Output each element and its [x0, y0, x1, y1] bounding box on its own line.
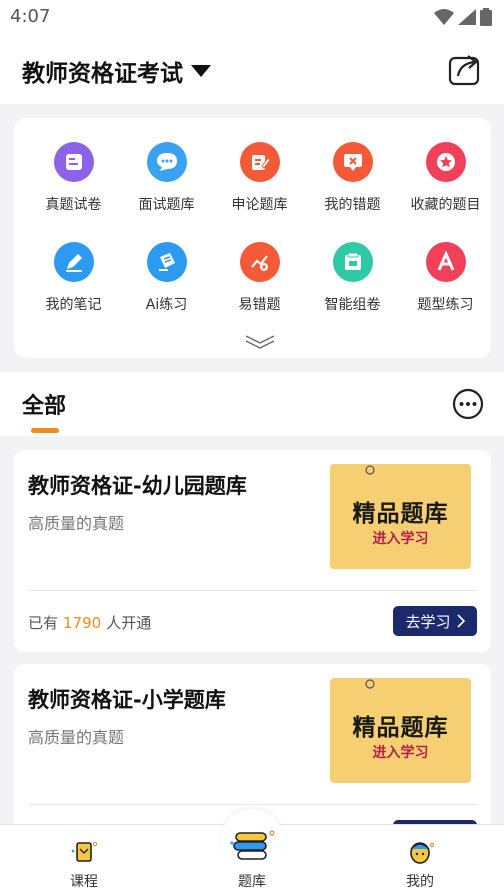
nav-bank-label: 题库	[238, 874, 266, 890]
status-time: 4:07	[10, 6, 51, 27]
grid-item-essay[interactable]: 申论题库	[212, 142, 307, 214]
letter-a-icon	[425, 242, 466, 282]
page-title: 教师资格证考试	[22, 61, 183, 87]
app-header: 教师资格证考试	[0, 34, 504, 104]
chevron-right-icon	[456, 614, 465, 628]
nav-mine[interactable]: 我的	[360, 825, 480, 891]
footer-prefix: 已有	[28, 614, 59, 632]
grid-label: 易错题	[238, 297, 281, 313]
go-study-label: 去学习	[405, 612, 451, 631]
grid-label: 我的错题	[324, 197, 381, 213]
status-icons	[434, 8, 492, 26]
grid-label: 真题试卷	[45, 197, 102, 213]
edit-note-icon	[239, 142, 280, 182]
share-icon[interactable]	[448, 52, 482, 86]
paper-icon	[53, 142, 94, 182]
nav-course[interactable]: 课程	[24, 825, 144, 891]
grid-label: 面试题库	[138, 197, 195, 213]
bank-thumbnail[interactable]: 精品题库 进入学习	[330, 464, 471, 569]
bank-subtitle: 高质量的真题	[28, 514, 125, 533]
tab-indicator	[31, 428, 59, 433]
status-bar: 4:07	[0, 0, 504, 34]
grid-item-notes[interactable]: 我的笔记	[26, 242, 121, 314]
grid-label: 智能组卷	[324, 297, 381, 313]
bottom-navigation: 课程 题库 我的	[0, 809, 504, 896]
divider	[28, 804, 477, 805]
grid-label: 申论题库	[231, 197, 288, 213]
thumbnail-subtitle: 进入学习	[372, 531, 429, 547]
grid-label: 题型练习	[417, 297, 474, 313]
pencil-icon	[53, 242, 94, 282]
category-tabs: 全部	[0, 372, 504, 436]
tab-all[interactable]: 全部	[22, 388, 66, 420]
bank-title: 教师资格证-小学题库	[28, 688, 226, 712]
enrollment-count: 已有 1790 人开通	[28, 612, 151, 633]
enrolled-number: 1790	[63, 614, 102, 632]
battery-icon	[480, 8, 492, 26]
error-chart-icon	[239, 242, 280, 282]
function-grid: 真题试卷 面试题库 申论题库 我的错题 收藏的题目 我的笔记 Ai练习 易错题 …	[14, 118, 491, 358]
grid-label: 我的笔记	[45, 297, 102, 313]
grid-item-ai-practice[interactable]: Ai练习	[119, 242, 214, 314]
grid-item-smart-paper[interactable]: 智能组卷	[305, 242, 400, 314]
more-options-icon[interactable]	[452, 388, 484, 420]
thumbnail-subtitle: 进入学习	[372, 745, 429, 761]
grid-item-my-wrong[interactable]: 我的错题	[305, 142, 400, 214]
grid-label: 收藏的题目	[410, 197, 481, 213]
bank-title: 教师资格证-幼儿园题库	[28, 474, 247, 498]
wifi-icon	[434, 9, 454, 25]
caret-down-icon	[191, 65, 211, 77]
divider	[28, 590, 477, 591]
thumbnail-title: 精品题库	[352, 501, 449, 527]
grid-label: Ai练习	[145, 297, 188, 313]
ai-practice-icon	[146, 242, 187, 282]
bank-thumbnail[interactable]: 精品题库 进入学习	[330, 678, 471, 783]
grid-item-real-papers[interactable]: 真题试卷	[26, 142, 121, 214]
nav-course-label: 课程	[70, 874, 98, 890]
chat-bubble-icon	[146, 142, 187, 182]
grid-item-error-prone[interactable]: 易错题	[212, 242, 307, 314]
go-study-button[interactable]: 去学习	[393, 606, 477, 636]
grid-item-favorites[interactable]: 收藏的题目	[398, 142, 493, 214]
doodle-decoration-icon	[365, 679, 375, 689]
bank-subtitle: 高质量的真题	[28, 728, 125, 747]
grid-item-interview[interactable]: 面试题库	[119, 142, 214, 214]
doodle-decoration-icon	[365, 465, 375, 475]
signal-icon	[458, 9, 476, 25]
profile-icon	[410, 842, 435, 864]
question-bank-icon	[230, 830, 275, 860]
smart-paper-icon	[332, 242, 373, 282]
footer-suffix: 人开通	[106, 614, 152, 632]
nav-question-bank[interactable]: 题库	[192, 809, 312, 891]
exam-selector[interactable]: 教师资格证考试	[22, 54, 211, 88]
double-chevron-down-icon[interactable]	[244, 332, 276, 350]
wrong-message-icon	[332, 142, 373, 182]
thumbnail-title: 精品题库	[352, 715, 449, 741]
course-icon	[71, 841, 98, 862]
star-icon	[425, 142, 466, 182]
question-bank-card[interactable]: 教师资格证-幼儿园题库 高质量的真题 精品题库 进入学习 已有 1790 人开通 去…	[14, 450, 491, 652]
grid-item-question-types[interactable]: 题型练习	[398, 242, 493, 314]
nav-mine-label: 我的	[406, 874, 434, 890]
